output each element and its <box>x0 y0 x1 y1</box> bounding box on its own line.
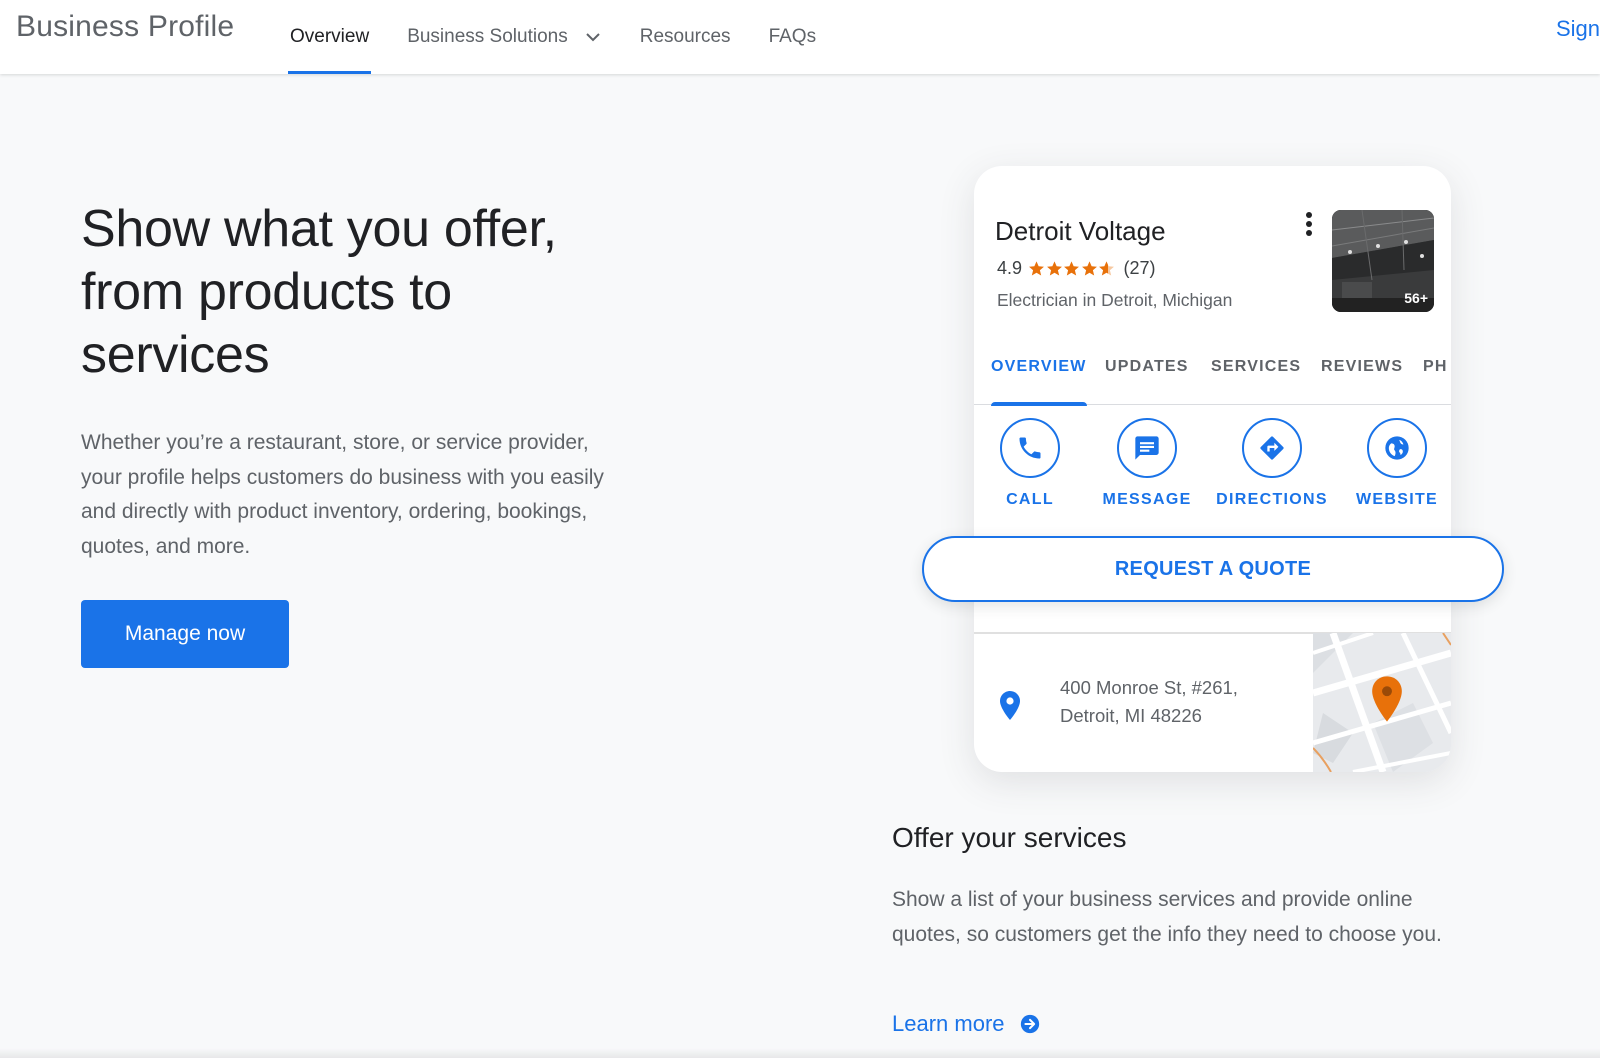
manage-now-button[interactable]: Manage now <box>81 600 289 668</box>
call-action[interactable]: CALL <box>999 418 1061 509</box>
map-pin-icon <box>1372 676 1402 722</box>
tab-photos[interactable]: PH <box>1423 350 1448 405</box>
business-category: Electrician in Detroit, Michigan <box>997 290 1233 310</box>
nav-resources[interactable]: Resources <box>640 0 731 74</box>
quick-actions: CALL MESSAGE DIRECTIONS WEBSITE <box>974 418 1451 518</box>
sign-in-link[interactable]: Sign <box>1556 16 1600 42</box>
nav-overview-label: Overview <box>290 26 370 47</box>
message-action[interactable]: MESSAGE <box>1092 418 1202 509</box>
tab-services[interactable]: SERVICES <box>1211 350 1301 405</box>
business-address: 400 Monroe St, #261, Detroit, MI 48226 <box>1060 674 1238 730</box>
business-name: Detroit Voltage <box>995 216 1166 246</box>
website-label: WEBSITE <box>1356 491 1438 508</box>
tab-reviews[interactable]: REVIEWS <box>1321 350 1403 405</box>
learn-more-label: Learn more <box>892 1011 1005 1036</box>
tab-updates[interactable]: UPDATES <box>1105 350 1189 405</box>
nav-overview[interactable]: Overview <box>287 0 372 74</box>
hero-description: Whether you’re a restaurant, store, or s… <box>81 431 604 558</box>
directions-label: DIRECTIONS <box>1216 491 1328 508</box>
chevron-down-icon <box>586 33 600 42</box>
nav-faqs-label: FAQs <box>768 26 817 47</box>
profile-tabs: OVERVIEW UPDATES SERVICES REVIEWS PH <box>974 350 1451 406</box>
message-icon <box>1135 436 1159 460</box>
globe-icon <box>1385 436 1409 460</box>
message-label: MESSAGE <box>1102 491 1192 508</box>
more-options-icon[interactable] <box>1303 212 1315 242</box>
star-icon <box>1081 261 1097 276</box>
star-icon <box>1064 261 1079 276</box>
business-profile-card: Detroit Voltage 4.9 (27) Electrician in … <box>974 166 1451 772</box>
address-line-1: 400 Monroe St, #261, <box>1060 677 1238 698</box>
address-line-2: Detroit, MI 48226 <box>1060 705 1202 726</box>
website-action[interactable]: WEBSITE <box>1342 418 1451 509</box>
nav-business-solutions-label: Business Solutions <box>407 26 568 47</box>
business-photo[interactable]: 56+ <box>1332 210 1434 312</box>
directions-icon <box>1260 436 1284 460</box>
tab-overview[interactable]: OVERVIEW <box>991 350 1087 406</box>
learn-more-link[interactable]: Learn more <box>892 1011 1041 1037</box>
nav-faqs[interactable]: FAQs <box>769 0 817 74</box>
call-label: CALL <box>1006 491 1054 508</box>
photo-count: 56+ <box>1404 290 1428 306</box>
offer-title: Offer your services <box>892 822 1127 853</box>
main-nav: Overview Business Solutions Resources FA… <box>287 0 817 74</box>
star-icon <box>1029 261 1044 276</box>
offer-description: Show a list of your business services an… <box>892 888 1442 946</box>
location-pin-icon <box>1000 691 1020 720</box>
page-bottom-shadow <box>0 1048 1600 1058</box>
location-map[interactable] <box>1313 633 1451 772</box>
rating-value: 4.9 <box>997 258 1023 278</box>
top-header: Business Profile Overview Business Solut… <box>0 0 1600 74</box>
nav-business-solutions[interactable]: Business Solutions <box>407 0 600 74</box>
nav-resources-label: Resources <box>639 26 731 47</box>
rating-row: 4.9 (27) <box>997 258 1156 279</box>
star-icon <box>1046 261 1062 276</box>
request-quote-button[interactable]: REQUEST A QUOTE <box>922 536 1504 602</box>
arrow-right-circle-icon <box>1020 1014 1039 1034</box>
hero-title: Show what you offer, from products to se… <box>81 200 557 384</box>
review-count[interactable]: (27) <box>1124 258 1156 279</box>
phone-icon <box>1019 437 1041 459</box>
directions-action[interactable]: DIRECTIONS <box>1216 418 1328 509</box>
brand-logo-text[interactable]: Business Profile <box>16 10 234 44</box>
star-rating <box>1028 260 1116 277</box>
half-star-icon <box>1099 261 1114 276</box>
